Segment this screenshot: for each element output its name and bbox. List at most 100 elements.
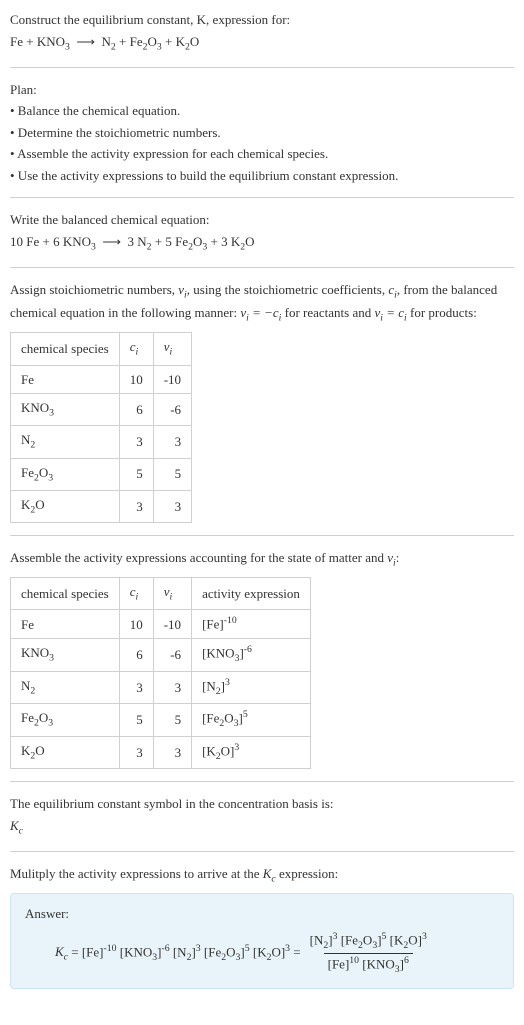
- cell-nu: -10: [153, 610, 191, 639]
- symbol-block: The equilibrium constant symbol in the c…: [10, 794, 514, 839]
- nu-symbol: νi: [178, 282, 187, 297]
- plan-item: • Use the activity expressions to build …: [10, 166, 514, 186]
- cell-c: 3: [119, 671, 153, 704]
- multiply-p1: Mulitply the activity expressions to arr…: [10, 866, 263, 881]
- cell-nu: 3: [153, 736, 191, 769]
- plan-item: • Determine the stoichiometric numbers.: [10, 123, 514, 143]
- stoich-table: chemical species ci νi Fe 10 -10 KNO3 6 …: [10, 332, 192, 523]
- table-header-row: chemical species ci νi: [11, 333, 192, 365]
- cell-c: 3: [119, 426, 153, 458]
- cell-c: 10: [119, 365, 153, 394]
- table-row: KNO3 6 -6 [KNO3]-6: [11, 639, 311, 672]
- cell-nu: 3: [153, 426, 191, 458]
- col-ci: ci: [119, 333, 153, 365]
- cell-species: KNO3: [11, 394, 120, 426]
- cell-species: N2: [11, 426, 120, 458]
- cell-nu: 5: [153, 458, 191, 490]
- col-expr: activity expression: [192, 578, 311, 610]
- table-row: Fe 10 -10 [Fe]-10: [11, 610, 311, 639]
- table-row: KNO3 6 -6: [11, 394, 192, 426]
- c-symbol: ci: [388, 282, 397, 297]
- col-nui: νi: [153, 578, 191, 610]
- answer-fraction: [N2]3 [Fe2O3]5 [K2O]3 [Fe]10 [KNO3]6: [306, 930, 431, 978]
- balanced-intro: Write the balanced chemical equation:: [10, 210, 514, 230]
- rel2: νi = ci: [375, 305, 407, 320]
- cell-nu: -10: [153, 365, 191, 394]
- cell-nu: 3: [153, 490, 191, 522]
- cell-c: 6: [119, 639, 153, 672]
- divider: [10, 197, 514, 198]
- table-row: Fe 10 -10: [11, 365, 192, 394]
- cell-c: 10: [119, 610, 153, 639]
- cell-nu: 5: [153, 704, 191, 737]
- assign-block: Assign stoichiometric numbers, νi, using…: [10, 280, 514, 523]
- divider: [10, 267, 514, 268]
- cell-expr: [K2O]3: [192, 736, 311, 769]
- question-equation: Fe + KNO3 ⟶ N2 + Fe2O3 + K2O: [10, 32, 514, 55]
- cell-species: N2: [11, 671, 120, 704]
- answer-equation: Kc = [Fe]-10 [KNO3]-6 [N2]3 [Fe2O3]5 [K2…: [25, 930, 499, 978]
- plan-block: Plan: • Balance the chemical equation. •…: [10, 80, 514, 186]
- assign-p4: for reactants and: [281, 305, 374, 320]
- assign-p2: , using the stoichiometric coefficients,: [187, 282, 389, 297]
- col-species: chemical species: [11, 578, 120, 610]
- cell-expr: [KNO3]-6: [192, 639, 311, 672]
- question-title: Construct the equilibrium constant, K, e…: [10, 10, 514, 30]
- nu-symbol: νi: [387, 550, 396, 565]
- divider: [10, 851, 514, 852]
- question-block: Construct the equilibrium constant, K, e…: [10, 10, 514, 55]
- divider: [10, 781, 514, 782]
- cell-nu: -6: [153, 394, 191, 426]
- multiply-block: Mulitply the activity expressions to arr…: [10, 864, 514, 989]
- cell-c: 5: [119, 458, 153, 490]
- col-ci: ci: [119, 578, 153, 610]
- rel1: νi = −ci: [240, 305, 281, 320]
- title-text: Construct the equilibrium constant, K, e…: [10, 12, 290, 27]
- cell-species: K2O: [11, 736, 120, 769]
- table-row: N2 3 3: [11, 426, 192, 458]
- answer-label: Answer:: [25, 904, 499, 924]
- table-row: K2O 3 3: [11, 490, 192, 522]
- cell-nu: -6: [153, 639, 191, 672]
- cell-expr: [Fe]-10: [192, 610, 311, 639]
- table-row: N2 3 3 [N2]3: [11, 671, 311, 704]
- cell-species: Fe: [11, 610, 120, 639]
- fraction-denominator: [Fe]10 [KNO3]6: [324, 953, 413, 978]
- cell-species: Fe2O3: [11, 458, 120, 490]
- table-header-row: chemical species ci νi activity expressi…: [11, 578, 311, 610]
- balanced-block: Write the balanced chemical equation: 10…: [10, 210, 514, 255]
- cell-species: K2O: [11, 490, 120, 522]
- cell-species: KNO3: [11, 639, 120, 672]
- table-row: K2O 3 3 [K2O]3: [11, 736, 311, 769]
- col-species: chemical species: [11, 333, 120, 365]
- cell-c: 3: [119, 490, 153, 522]
- activity-p2: :: [396, 550, 400, 565]
- balanced-equation: 10 Fe + 6 KNO3 ⟶ 3 N2 + 5 Fe2O3 + 3 K2O: [10, 232, 514, 255]
- col-nui: νi: [153, 333, 191, 365]
- divider: [10, 67, 514, 68]
- plan-label: Plan:: [10, 80, 514, 100]
- cell-c: 3: [119, 736, 153, 769]
- multiply-intro: Mulitply the activity expressions to arr…: [10, 864, 514, 887]
- cell-expr: [Fe2O3]5: [192, 704, 311, 737]
- cell-expr: [N2]3: [192, 671, 311, 704]
- symbol-line1: The equilibrium constant symbol in the c…: [10, 794, 514, 814]
- fraction-numerator: [N2]3 [Fe2O3]5 [K2O]3: [306, 930, 431, 954]
- cell-c: 6: [119, 394, 153, 426]
- divider: [10, 535, 514, 536]
- activity-intro: Assemble the activity expressions accoun…: [10, 548, 514, 571]
- kc-symbol: Kc: [263, 866, 276, 881]
- assign-p1: Assign stoichiometric numbers,: [10, 282, 178, 297]
- plan-item: • Assemble the activity expression for e…: [10, 144, 514, 164]
- cell-nu: 3: [153, 671, 191, 704]
- cell-species: Fe: [11, 365, 120, 394]
- symbol-kc: Kc: [10, 816, 514, 839]
- assign-text: Assign stoichiometric numbers, νi, using…: [10, 280, 514, 326]
- cell-c: 5: [119, 704, 153, 737]
- answer-lhs: Kc = [Fe]-10 [KNO3]-6 [N2]3 [Fe2O3]5 [K2…: [55, 942, 301, 966]
- table-row: Fe2O3 5 5: [11, 458, 192, 490]
- activity-table: chemical species ci νi activity expressi…: [10, 577, 311, 769]
- plan-item: • Balance the chemical equation.: [10, 101, 514, 121]
- assign-p5: for products:: [407, 305, 477, 320]
- answer-box: Answer: Kc = [Fe]-10 [KNO3]-6 [N2]3 [Fe2…: [10, 893, 514, 989]
